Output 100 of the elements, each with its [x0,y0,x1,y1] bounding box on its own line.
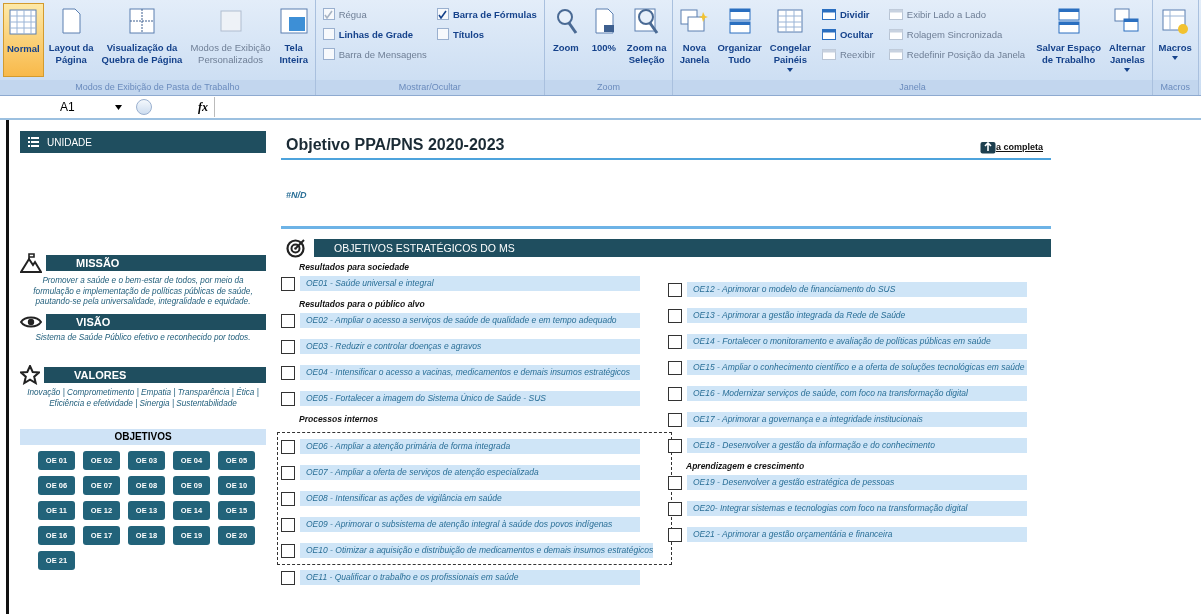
objective-label: OE13 - Aprimorar a gestão integrada da Rede de Saúde [687,308,1027,323]
window-icon [888,28,903,40]
ribbon-button[interactable]: Congelar Painéis [766,3,814,77]
ribbon-button[interactable]: Salvar Espaço de Trabalho [1033,3,1105,77]
block-text: Inovação | Comprometimento | Empatia | Transparência | Ética | Eficiência e efetividade | Sinergia | Sustentabilidade [26,388,260,409]
checkbox[interactable] [668,282,682,297]
objective-label: OE06 - Ampliar a atenção primária de forma integrada [300,439,640,454]
ribbon-small-button[interactable]: Ocultar [819,24,877,44]
window-icon [821,28,836,40]
ribbon-button[interactable]: Layout da Página [45,3,97,77]
checkbox[interactable] [281,276,295,291]
header-text: OBJETIVOS ESTRATÉGICOS DO MS [334,242,515,254]
objective-label: OE09 - Aprimorar o subsistema de atenção integral à saúde dos povos indígenas [300,517,640,532]
ribbon-button[interactable]: Nova Janela [676,3,713,77]
window-icon [888,8,903,20]
ribbon-button[interactable]: Alternar Janelas [1106,3,1149,77]
checkbox[interactable] [281,365,295,380]
ribbon-checkbox[interactable]: Barra de Fórmulas [436,4,537,24]
name-box[interactable]: A1 [12,100,130,114]
fullscreen-link[interactable]: a completa [979,140,1043,154]
target-icon [286,238,306,258]
checkbox[interactable] [668,308,682,323]
header-text: MISSÃO [76,257,120,269]
checkbox[interactable] [668,386,682,401]
objective-label: OE16 - Modernizar serviços de saúde, com foco na transformação digital [687,386,1027,401]
ribbon-button[interactable]: Zoom na Seleção [623,3,670,77]
group-label: Mostrar/Ocultar [315,80,544,95]
fullscreen-icon [979,140,996,154]
sheet-icon [127,6,157,36]
objective-label: OE08 - Intensificar as ações de vigilância em saúde [300,491,640,506]
checkbox[interactable] [668,360,682,375]
objective-label: OE11 - Qualificar o trabalho e os profissionais em saúde [300,570,640,585]
list-icon [28,137,39,147]
checkbox[interactable] [281,313,295,328]
checkbox[interactable] [281,391,295,406]
objective-label: OE12 - Aprimorar o modelo de financiamento do SUS [687,282,1027,297]
window-icon [821,48,836,60]
checkbox[interactable] [281,543,295,558]
group-heading: Aprendizagem e crescimento [685,460,806,473]
ribbon-button[interactable]: Macros [1155,3,1195,77]
insert-function-button[interactable]: fx [192,99,214,115]
window-icon [821,8,836,20]
objectives-header: OBJETIVOS [20,429,266,445]
checkbox[interactable] [281,439,295,454]
window-icon [888,48,903,60]
checkbox[interactable] [281,339,295,354]
objective-label: OE20- Integrar sistemas e tecnologias com foco na transformação digital [687,501,1027,516]
sheet-icon [278,6,309,36]
group-heading: Resultados para o público alvo [298,298,426,311]
ribbon-checkbox[interactable]: Linhas de Grade [322,24,427,44]
ribbon-button[interactable]: Zoom [547,3,584,77]
checkbox[interactable] [281,570,295,585]
header-text: VISÃO [76,315,111,328]
objective-label: OE21 - Aprimorar a gestão orçamentária e financeira [687,527,1027,542]
ribbon-button[interactable]: Tela Inteira [275,3,312,77]
sheet-icon [775,6,806,36]
checkbox[interactable] [436,8,449,20]
group-heading: Resultados para sociedade [298,261,411,274]
ribbon-button[interactable]: Normal [3,3,44,77]
block-text: Promover a saúde e o bem-estar de todos, por meio da formulação e implementação de políticas públicas de saúde, pautando-se pela universalidade, integralidade e equidade. [32,276,254,308]
objective-label: OE18 - Desenvolver a gestão da informação e do conhecimento [687,438,1027,453]
objective-label: OE05 - Fortalecer a imagem do Sistema Único de Saúde - SUS [300,391,640,406]
checkbox[interactable] [281,491,295,506]
ribbon-button[interactable]: Organizar Tudo [714,3,765,77]
macro-icon [1160,6,1191,36]
checkbox[interactable] [668,438,682,453]
objective-label: OE01 - Saúde universal e integral [300,276,640,291]
objective-label: OE02 - Ampliar o acesso a serviços de saúde de qualidade e em tempo adequado [300,313,640,328]
objective-label: OE10 - Otimizar a aquisição e distribuição de medicamentos e demais insumos estratégicos [300,543,654,558]
objective-label: OE14 - Fortalecer o monitoramento e avaliação de políticas públicas em saúde [687,334,1027,349]
ribbon-small-button[interactable]: Dividir [819,4,877,24]
checkbox[interactable] [322,28,335,40]
objective-label: OE07 - Ampliar a oferta de serviços de atenção especializada [300,465,640,480]
page-title: Objetivo PPA/PNS 2020-2023 [286,136,505,154]
header-text: UNIDADE [47,136,92,148]
ribbon-button[interactable]: Visualização da Quebra de Página [98,3,186,77]
objective-label: OE03 - Reduzir e controlar doenças e agravos [300,339,640,354]
checkbox[interactable] [668,412,682,427]
ribbon-button[interactable]: 100% [585,3,622,77]
objective-label: OE15 - Ampliar o conhecimento científico e a oferta de soluções tecnológicas em saúde [687,360,1027,375]
checkbox[interactable] [281,465,295,480]
result-value: #N/D [285,189,308,202]
checkbox[interactable] [668,501,682,516]
checkbox[interactable] [668,475,682,490]
checkbox[interactable] [668,334,682,349]
eye-icon [20,314,42,329]
objective-label: OE17 - Aprimorar a governança e a integridade institucionais [687,412,1027,427]
objective-label: OE19 - Desenvolver a gestão estratégica de pessoas [687,475,1027,490]
checkbox[interactable] [668,527,682,542]
ribbon-checkbox[interactable]: Títulos [436,24,537,44]
checkbox[interactable] [436,28,449,40]
group-label: Macros [1152,80,1198,95]
group-label: Janela [673,80,1152,95]
star-icon [20,365,40,385]
objective-label: OE04 - Intensificar o acesso a vacinas, medicamentos e demais insumos estratégicos [300,365,640,380]
group-label: Zoom [544,80,673,95]
group-heading: Processos internos [298,413,379,426]
block-text: Sistema de Saúde Público efetivo e reconhecido por todos. [34,332,252,343]
checkbox[interactable] [281,517,295,532]
group-label: Modos de Exibição de Pasta de Trabalho [0,80,315,95]
